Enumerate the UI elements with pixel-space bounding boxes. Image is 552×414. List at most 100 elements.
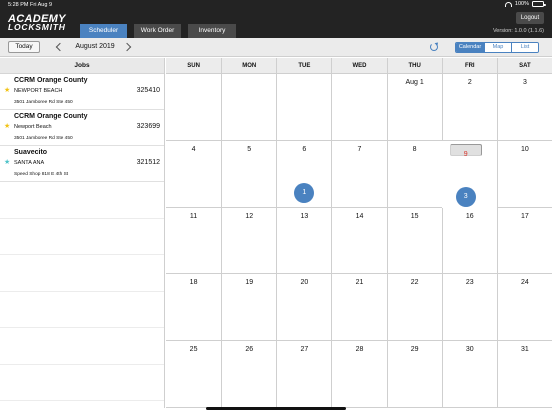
calendar-day[interactable]: 30 xyxy=(441,341,497,408)
calendar-day[interactable]: 22 xyxy=(386,274,442,342)
job-address: 3501 Jamboree Rd Ste 450 xyxy=(14,100,73,105)
calendar-day[interactable]: 17 xyxy=(496,207,552,275)
day-number: 29 xyxy=(410,346,419,354)
calendar-day[interactable]: 11 xyxy=(166,208,222,275)
star-icon: ★ xyxy=(4,159,11,166)
calendar-day[interactable]: 13 xyxy=(276,207,332,275)
day-number: 26 xyxy=(245,346,254,354)
day-number: 13 xyxy=(300,212,309,220)
calendar-day[interactable]: 27 xyxy=(276,341,332,408)
empty-list-row xyxy=(0,255,164,292)
calendar-day[interactable]: 7 xyxy=(331,140,387,208)
job-number: 323699 xyxy=(136,123,160,130)
calendar-day[interactable]: 16 xyxy=(441,207,497,275)
job-count-badge[interactable]: 1 xyxy=(294,182,315,203)
calendar-day[interactable]: 18 xyxy=(166,274,222,342)
calendar-day[interactable]: 31 xyxy=(496,341,552,408)
calendar-day[interactable]: 25 xyxy=(166,341,222,408)
day-number: 19 xyxy=(245,279,254,287)
day-number: 18 xyxy=(189,279,198,287)
calendar-day[interactable]: 4 xyxy=(166,141,222,208)
academy-locksmith-logo: ACADEMY LOCKSMITH xyxy=(8,13,66,32)
job-city: SANTA ANA xyxy=(14,160,45,166)
star-icon: ★ xyxy=(4,87,11,94)
day-number: 27 xyxy=(300,346,309,354)
calendar-day[interactable]: 26 xyxy=(221,341,277,408)
next-month-chevron-icon[interactable] xyxy=(124,42,132,52)
day-number: 23 xyxy=(465,279,474,287)
day-number: 21 xyxy=(355,279,364,287)
calendar-day[interactable] xyxy=(221,74,277,141)
view-list-button[interactable]: List xyxy=(511,43,538,52)
calendar-day[interactable]: 61 xyxy=(276,140,332,208)
status-bar: 5:28 PM Fri Aug 9 100% xyxy=(0,0,552,10)
view-map-button[interactable]: Map xyxy=(484,43,511,52)
calendar-day[interactable]: 20 xyxy=(276,274,332,342)
calendar-day[interactable]: 21 xyxy=(331,274,387,342)
calendar-day[interactable]: 5 xyxy=(221,140,277,208)
day-number: 9 xyxy=(463,150,468,158)
day-number: 31 xyxy=(521,346,529,354)
view-calendar-button[interactable]: Calendar xyxy=(456,43,484,52)
refresh-icon[interactable] xyxy=(430,43,438,51)
calendar-day-today[interactable]: 93 xyxy=(449,143,482,207)
day-number: 5 xyxy=(247,145,252,153)
day-number: 3 xyxy=(522,79,527,86)
calendar-day[interactable]: 14 xyxy=(331,207,387,275)
tab-work-order[interactable]: Work Order xyxy=(134,24,181,38)
job-address: 3501 Jamboree Rd Ste 450 xyxy=(14,136,73,141)
day-number: 4 xyxy=(191,145,196,153)
day-number: 12 xyxy=(245,212,254,220)
calendar-day[interactable]: 24 xyxy=(496,274,552,342)
calendar-day[interactable]: 28 xyxy=(331,341,387,408)
job-list-item[interactable]: ★ CCRM Orange County Newport Beach 323699 35… xyxy=(0,110,164,146)
job-count-badge[interactable]: 3 xyxy=(455,186,476,207)
view-switcher: Calendar Map List xyxy=(455,42,539,53)
empty-list-row xyxy=(0,182,164,219)
calendar-day[interactable]: 29 xyxy=(386,341,442,408)
calendar-day[interactable]: 10 xyxy=(496,140,552,208)
calendar-day[interactable]: Aug 1 xyxy=(386,74,442,141)
day-number: 17 xyxy=(521,212,529,220)
weekday-label: FRI xyxy=(441,58,497,74)
calendar-grid: Aug 1 2 3 4 5 6 1 7 8 9 3 10 11 12 13 14 15 16 17 18 19 20 21 2… xyxy=(166,74,552,408)
calendar-day[interactable]: 19 xyxy=(221,274,277,342)
battery-icon xyxy=(532,1,546,7)
today-button[interactable]: Today xyxy=(8,41,40,53)
day-number: 6 xyxy=(302,145,307,153)
jobs-panel: Jobs ★ CCRM Orange County NEWPORT BEACH 325… xyxy=(0,58,165,408)
day-number: 11 xyxy=(189,212,198,220)
calendar-day[interactable]: 3 xyxy=(496,74,552,141)
job-list-item[interactable]: ★ Suavecito SANTA ANA 321512 Speed Shop 818 … xyxy=(0,146,164,182)
day-number: 25 xyxy=(189,346,198,354)
empty-list-row xyxy=(0,219,164,255)
job-number: 325410 xyxy=(136,87,160,94)
logout-button[interactable]: Logout xyxy=(516,12,544,24)
day-number: 10 xyxy=(521,145,529,153)
day-number: 14 xyxy=(355,212,364,220)
wifi-icon xyxy=(504,1,512,7)
day-number: 22 xyxy=(410,279,419,287)
weekday-label: WED xyxy=(331,58,386,74)
weekday-label: SUN xyxy=(187,63,200,69)
day-number: 8 xyxy=(412,145,417,153)
day-number: Aug 1 xyxy=(405,79,424,86)
tab-inventory[interactable]: Inventory xyxy=(188,24,236,38)
calendar-day[interactable]: 8 xyxy=(386,140,442,208)
star-icon: ★ xyxy=(4,123,11,130)
job-name: CCRM Orange County xyxy=(14,77,88,84)
calendar-day[interactable] xyxy=(331,74,387,141)
status-time: 5:28 PM xyxy=(8,2,29,8)
calendar-day[interactable]: 2 xyxy=(441,74,497,141)
calendar-day[interactable]: 12 xyxy=(221,207,277,275)
previous-month-chevron-icon[interactable] xyxy=(56,42,64,52)
weekday-label: SAT xyxy=(496,58,552,74)
calendar-day[interactable] xyxy=(276,74,332,141)
calendar-day[interactable] xyxy=(166,74,222,141)
tab-scheduler[interactable]: Scheduler xyxy=(80,24,127,38)
calendar-day[interactable]: 23 xyxy=(441,274,497,342)
job-list-item[interactable]: ★ CCRM Orange County NEWPORT BEACH 325410 35… xyxy=(0,74,164,110)
calendar-day[interactable]: 15 xyxy=(386,207,442,275)
day-number: 2 xyxy=(467,79,472,86)
empty-list-row xyxy=(0,328,164,365)
